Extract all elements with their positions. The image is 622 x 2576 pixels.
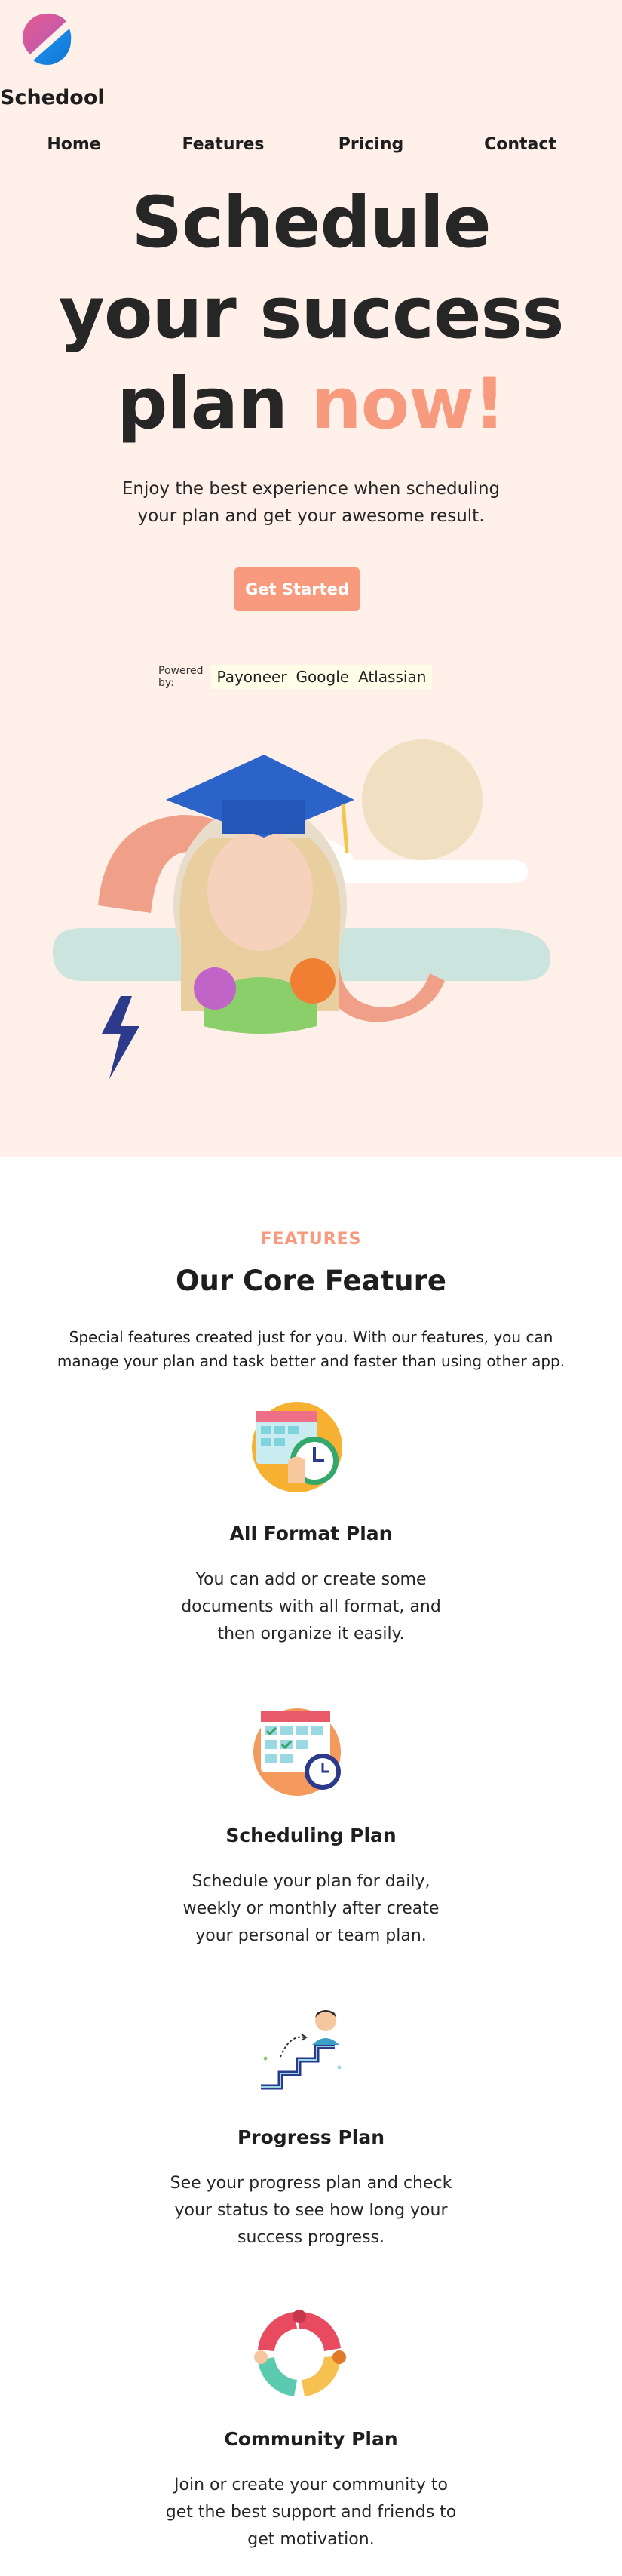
hero-illustration	[38, 709, 558, 1102]
hero-headline: Schedule your success plan now!	[0, 178, 622, 450]
nav-home[interactable]: Home	[14, 131, 134, 158]
powered-by: Powered by: Payoneer Google Atlassian	[158, 664, 433, 690]
nav-features[interactable]: Features	[163, 131, 283, 158]
get-started-button[interactable]: Get Started	[234, 567, 360, 611]
feature-text: Schedule your plan for daily, weekly or …	[182, 1872, 440, 1945]
headline-line-3: plan now!	[0, 359, 622, 450]
partner-google: Google	[296, 668, 350, 686]
powered-by-label: Powered by:	[158, 665, 204, 689]
hero-subtext: Enjoy the best experience when schedulin…	[121, 479, 501, 526]
headline-accent: now!	[311, 363, 506, 445]
feature-name: Scheduling Plan	[225, 1824, 397, 1846]
graduate-photo	[166, 755, 354, 1034]
community-circle-icon	[254, 2310, 346, 2396]
features-description: Special features created just for you. W…	[57, 1328, 565, 1370]
feature-text: See your progress plan and check your st…	[170, 2174, 452, 2247]
features-eyebrow: FEATURES	[260, 1230, 362, 1249]
features-title: Our Core Feature	[176, 1265, 446, 1297]
headline-line-2: your success	[58, 272, 565, 355]
logo-mark-icon	[23, 13, 72, 65]
document-clock-icon	[252, 1402, 342, 1492]
calendar-clock-icon	[253, 1708, 341, 1796]
partner-logos: Payoneer Google Atlassian	[210, 665, 433, 689]
headline-line-1: Schedule	[131, 182, 491, 264]
stairs-progress-icon	[261, 2010, 342, 2090]
nav-pricing[interactable]: Pricing	[311, 131, 431, 158]
brand-name: Schedool	[0, 86, 105, 109]
feature-name: Community Plan	[224, 2428, 398, 2450]
nav-contact[interactable]: Contact	[460, 131, 581, 158]
feature-text: Join or create your community to get the…	[165, 2476, 457, 2549]
feature-name: All Format Plan	[229, 1523, 393, 1545]
partner-payoneer: Payoneer	[216, 668, 287, 686]
feature-name: Progress Plan	[237, 2126, 385, 2148]
headline-plain: plan	[117, 363, 311, 445]
feature-text: You can add or create some documents wit…	[181, 1570, 441, 1643]
partner-atlassian: Atlassian	[358, 668, 427, 686]
main-nav: Home Features Pricing Contact	[0, 131, 622, 158]
